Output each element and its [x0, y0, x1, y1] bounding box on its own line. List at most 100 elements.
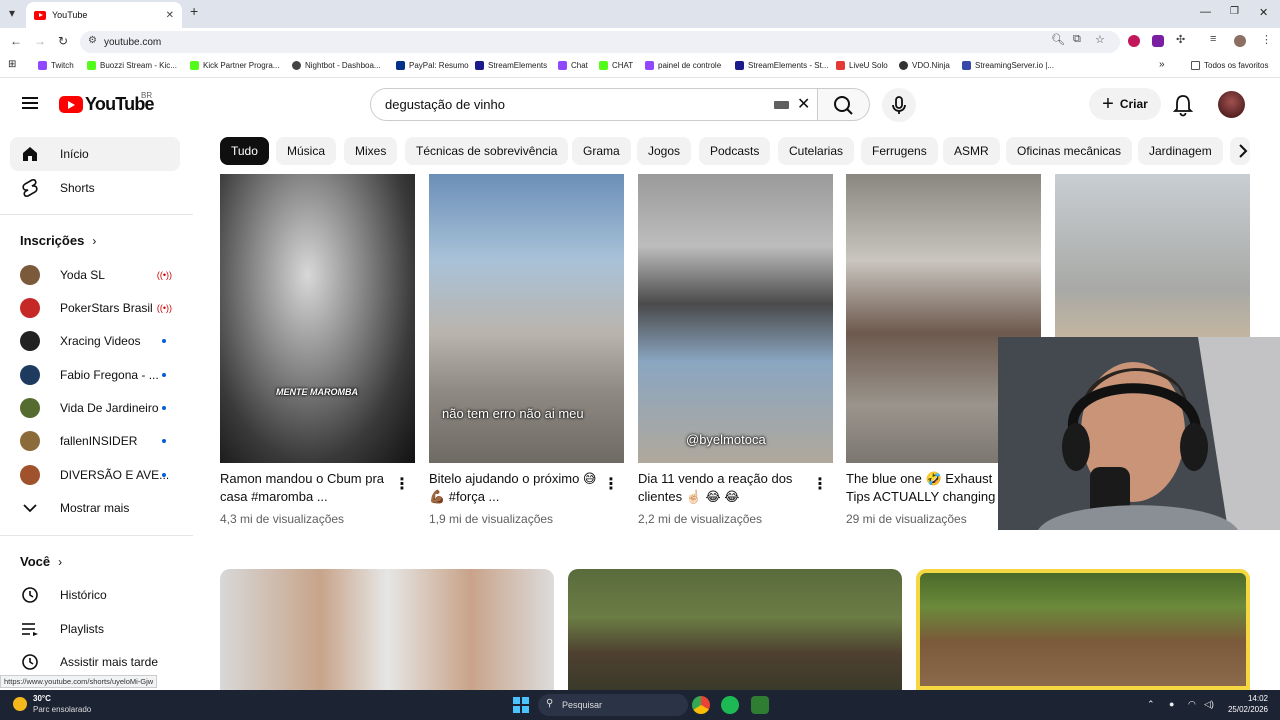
wifi-icon[interactable]: ◠: [1188, 699, 1196, 710]
chip-jardinagem[interactable]: Jardinagem: [1138, 137, 1223, 165]
site-info-icon[interactable]: ⚙: [88, 35, 97, 46]
you-heading[interactable]: Você ›: [20, 554, 62, 569]
short-thumbnail[interactable]: não tem erro não ai meu: [429, 174, 624, 463]
bookmark-item[interactable]: StreamElements: [475, 61, 547, 70]
more-options-icon[interactable]: ⋮: [394, 474, 410, 494]
back-icon[interactable]: ←: [10, 34, 22, 48]
bookmark-star-icon[interactable]: ☆: [1095, 33, 1105, 46]
tray-chevron-up-icon[interactable]: ⌃: [1147, 699, 1155, 710]
tab-close-icon[interactable]: ✕: [166, 10, 174, 21]
bookmark-item[interactable]: painel de controle: [645, 61, 721, 70]
sidebar-channel-item[interactable]: Fabio Fregona - ...: [10, 358, 180, 392]
omnibox[interactable]: ⚙ youtube.com: [80, 31, 1120, 53]
taskbar-search[interactable]: ⚲ Pesquisar: [538, 694, 688, 716]
short-title[interactable]: Dia 11 vendo a reação dos clientes ☝🏻 😂 …: [638, 470, 808, 506]
short-card[interactable]: MENTE MAROMBA Ramon mandou o Cbum pra ca…: [220, 174, 415, 526]
keyboard-icon[interactable]: [774, 101, 789, 109]
profile-avatar-icon[interactable]: [1234, 35, 1246, 47]
short-thumbnail[interactable]: @byelmotoca: [638, 174, 833, 463]
bookmark-item[interactable]: CHAT: [599, 61, 633, 70]
sidebar-channel-item[interactable]: Xracing Videos: [10, 324, 180, 358]
sidebar-channel-item[interactable]: Yoda SL ((•)): [10, 258, 180, 292]
bookmark-item[interactable]: VDO.Ninja: [899, 61, 950, 70]
sidebar-channel-item[interactable]: fallenINSIDER: [10, 424, 180, 458]
reload-icon[interactable]: ↻: [58, 34, 68, 48]
short-thumbnail[interactable]: MENTE MAROMBA: [220, 174, 415, 463]
subscriptions-heading[interactable]: Inscrições ›: [20, 233, 96, 248]
browser-tab-youtube[interactable]: YouTube ✕: [26, 2, 182, 28]
weather-description[interactable]: Parc ensolarado: [33, 705, 91, 714]
short-title[interactable]: The blue one 🤣 Exhaust Tips ACTUALLY cha…: [846, 470, 1016, 506]
clock-time[interactable]: 14:02: [1228, 694, 1268, 703]
bookmark-item[interactable]: StreamElements - St...: [735, 61, 828, 70]
chip-oficinas-mecanicas[interactable]: Oficinas mecânicas: [1006, 137, 1133, 165]
search-button[interactable]: [818, 88, 870, 121]
maximize-icon[interactable]: ❐: [1230, 6, 1239, 17]
clock-date[interactable]: 25/02/2026: [1216, 705, 1268, 714]
app-taskbar-icon[interactable]: [751, 696, 769, 714]
more-options-icon[interactable]: ⋮: [812, 474, 828, 494]
tray-app-icon[interactable]: ●: [1169, 699, 1174, 709]
sidebar-item-playlists[interactable]: Playlists: [10, 612, 180, 646]
volume-icon[interactable]: ◁): [1204, 699, 1214, 710]
sidebar-channel-item[interactable]: DIVERSÃO E AVE...: [10, 458, 180, 492]
account-avatar[interactable]: [1218, 91, 1245, 118]
forward-icon[interactable]: →: [34, 34, 46, 48]
chip-tudo[interactable]: Tudo: [220, 137, 269, 165]
short-title[interactable]: Ramon mandou o Cbum pra casa #maromba ..…: [220, 470, 390, 506]
sidebar-item-history[interactable]: Histórico: [10, 578, 180, 612]
browser-menu-icon[interactable]: ⋮: [1261, 33, 1272, 46]
extensions-puzzle-icon[interactable]: ✣: [1176, 33, 1185, 46]
voice-search-button[interactable]: [882, 88, 916, 122]
search-input[interactable]: degustação de vinho ✕: [370, 88, 818, 121]
apps-grid-icon[interactable]: ⊞: [8, 59, 16, 70]
video-thumbnail[interactable]: [568, 569, 902, 690]
chip-ferrugens[interactable]: Ferrugens: [861, 137, 938, 165]
create-button[interactable]: + Criar: [1089, 88, 1161, 120]
sidebar-item-home[interactable]: Início: [10, 137, 180, 171]
chip-cutelarias[interactable]: Cutelarias: [778, 137, 855, 165]
chip-jogos[interactable]: Jogos: [637, 137, 692, 165]
chip-mixes[interactable]: Mixes: [344, 137, 398, 165]
show-more-button[interactable]: Mostrar mais: [10, 491, 180, 525]
sidebar-channel-item[interactable]: Vida De Jardineiro: [10, 391, 180, 425]
bookmark-item[interactable]: PayPal: Resumo: [396, 61, 469, 70]
all-bookmarks-folder[interactable]: Todos os favoritos: [1191, 61, 1268, 70]
more-options-icon[interactable]: ⋮: [603, 474, 619, 494]
short-card[interactable]: não tem erro não ai meu Bitelo ajudando …: [429, 174, 624, 526]
video-thumbnail[interactable]: [220, 569, 554, 690]
chip-grama[interactable]: Grama: [572, 137, 631, 165]
video-thumbnail[interactable]: [916, 569, 1250, 690]
bookmark-item[interactable]: Chat: [558, 61, 588, 70]
short-card[interactable]: @byelmotoca Dia 11 vendo a reação dos cl…: [638, 174, 833, 526]
chip-podcasts[interactable]: Podcasts: [699, 137, 771, 165]
window-close-icon[interactable]: ✕: [1259, 6, 1268, 19]
chip-asmr[interactable]: ASMR: [943, 137, 1000, 165]
extension-icon[interactable]: [1152, 35, 1164, 47]
chrome-taskbar-icon[interactable]: [692, 696, 710, 714]
bookmark-item[interactable]: Buozzi Stream - Kic...: [87, 61, 177, 70]
menu-hamburger-icon[interactable]: [22, 97, 38, 109]
clear-search-icon[interactable]: ✕: [797, 94, 810, 114]
tab-search-icon[interactable]: ▾: [9, 6, 15, 20]
sidebar-channel-item[interactable]: PokerStars Brasil ((•)): [10, 291, 180, 325]
sidebar-item-watch-later[interactable]: Assistir mais tarde: [10, 645, 180, 679]
minimize-icon[interactable]: —: [1200, 6, 1211, 18]
reading-list-icon[interactable]: ≡: [1210, 33, 1216, 45]
sidebar-item-shorts[interactable]: Shorts: [10, 171, 180, 205]
bookmark-item[interactable]: Twitch: [38, 61, 74, 70]
bookmark-item[interactable]: Kick Partner Progra...: [190, 61, 279, 70]
notifications-bell-icon[interactable]: [1172, 93, 1194, 117]
youtube-logo[interactable]: YouTube: [59, 94, 155, 115]
spotify-taskbar-icon[interactable]: [721, 696, 739, 714]
chip-tecnicas-de-sobrevivencia[interactable]: Técnicas de sobrevivência: [405, 137, 569, 165]
chips-next-chevron-icon[interactable]: [1236, 138, 1250, 164]
more-bookmarks-icon[interactable]: »: [1159, 59, 1165, 70]
weather-sun-icon[interactable]: [13, 697, 27, 711]
bookmark-item[interactable]: Nightbot - Dashboa...: [292, 61, 381, 70]
zoom-icon[interactable]: 🔍︎: [1051, 33, 1065, 46]
bookmark-item[interactable]: StreamingServer.io |...: [962, 61, 1054, 70]
chip-musica[interactable]: Música: [276, 137, 337, 165]
new-tab-button[interactable]: +: [190, 3, 198, 19]
extension-icon[interactable]: [1128, 35, 1140, 47]
